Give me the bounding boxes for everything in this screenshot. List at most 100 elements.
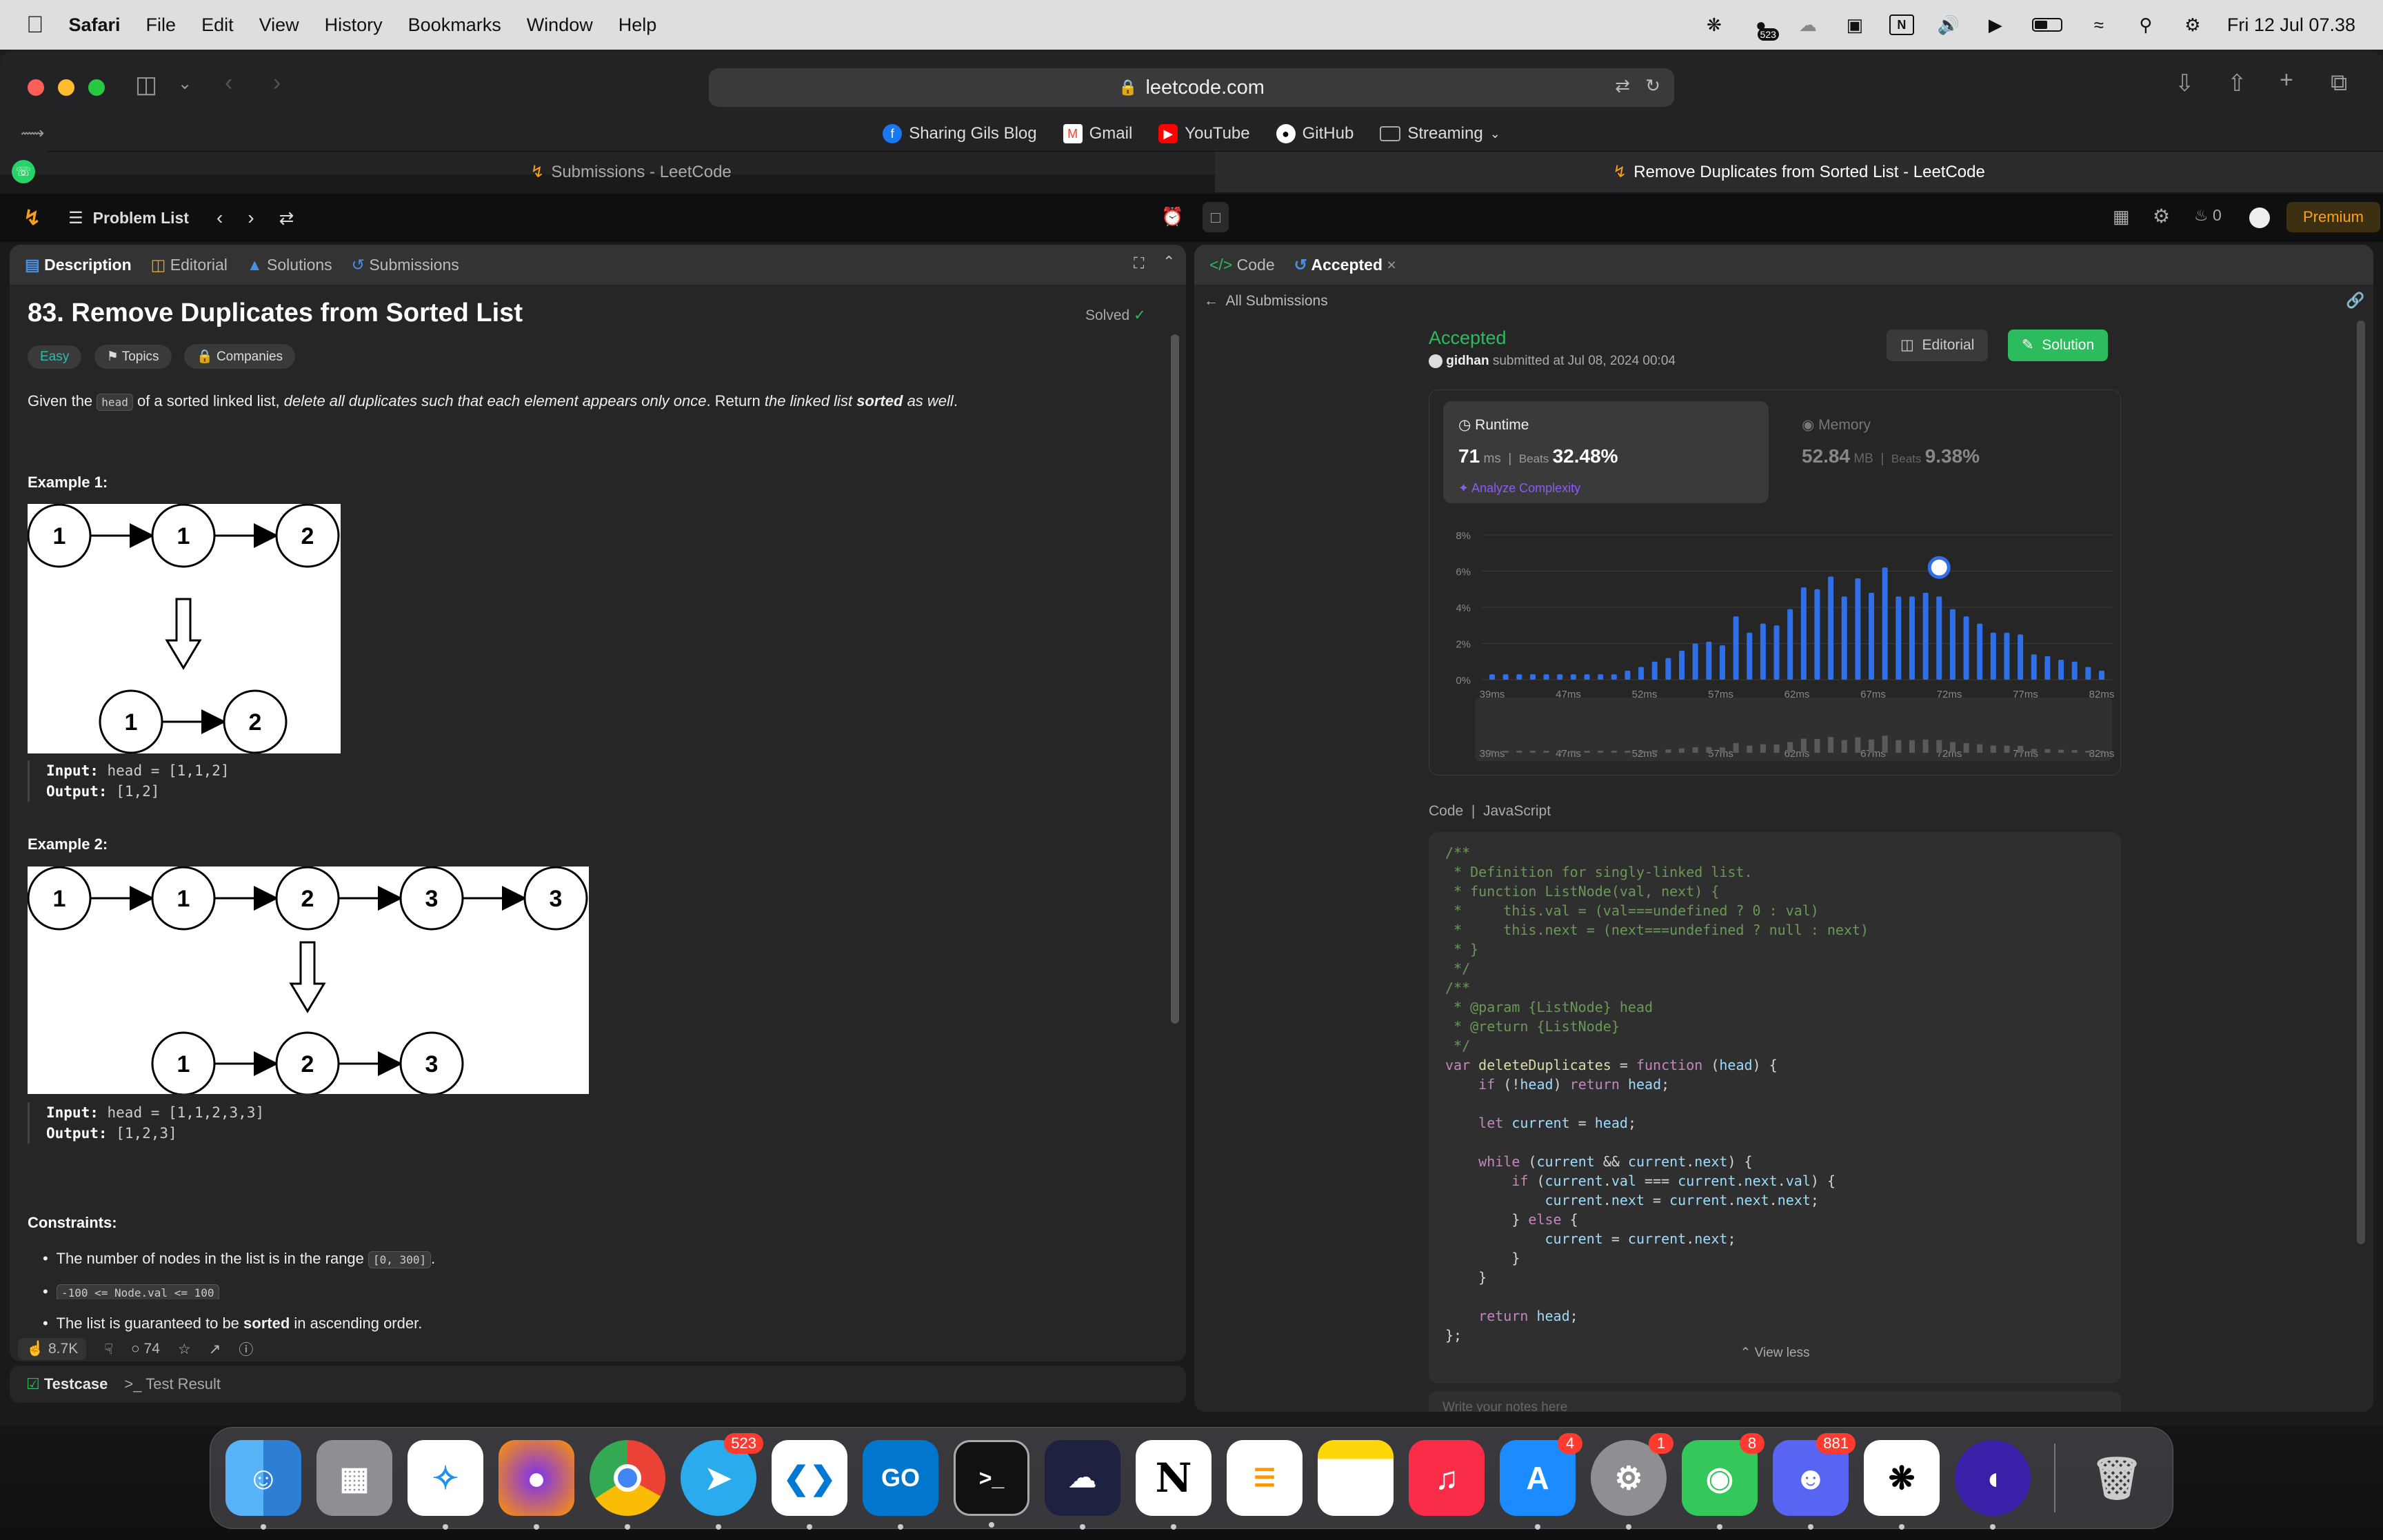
openai-status-icon[interactable]: ❋: [1702, 14, 1727, 35]
menu-edit[interactable]: Edit: [201, 14, 234, 36]
view-less-button[interactable]: ⌃ View less: [1429, 1345, 2121, 1361]
memory-label[interactable]: ◉ Memory: [1802, 416, 1871, 434]
runtime-bar[interactable]: [1516, 674, 1522, 680]
testcase-tab[interactable]: ☑ Testcase: [26, 1375, 108, 1393]
battery-icon[interactable]: [2030, 14, 2064, 35]
runtime-bar[interactable]: [1733, 616, 1739, 680]
runtime-bar[interactable]: [1896, 596, 1902, 680]
forward-icon[interactable]: ›: [273, 70, 281, 97]
translate-icon[interactable]: ⇄: [1615, 75, 1630, 97]
problem-list-link[interactable]: Problem List: [93, 209, 189, 227]
menu-file[interactable]: File: [146, 14, 177, 36]
trash-icon[interactable]: 🗑: [2079, 1440, 2155, 1516]
runtime-bar[interactable]: [1773, 625, 1780, 680]
runtime-bar[interactable]: [1557, 674, 1563, 680]
topics-tag[interactable]: ⚑ Topics: [94, 345, 172, 369]
menu-app[interactable]: Safari: [69, 14, 121, 36]
music-icon[interactable]: ♫: [1409, 1440, 1485, 1516]
solution-button[interactable]: ✎ Solution: [2008, 330, 2109, 361]
runtime-bar[interactable]: [2018, 634, 2024, 680]
tab-submissions[interactable]: ↯ Submissions - LeetCode: [47, 151, 1215, 192]
runtime-bar[interactable]: [1679, 651, 1685, 680]
premium-button[interactable]: Premium: [2286, 202, 2381, 232]
dislike-button[interactable]: ☟: [104, 1341, 113, 1358]
runtime-bar[interactable]: [1598, 674, 1604, 680]
finder-icon[interactable]: ☺: [225, 1440, 301, 1530]
runtime-bar[interactable]: [2044, 656, 2051, 680]
close-icon[interactable]: ×: [1387, 256, 1396, 274]
runtime-bar[interactable]: [1543, 674, 1549, 680]
fav-gmail[interactable]: M Gmail: [1063, 124, 1132, 143]
runtime-bar[interactable]: [1570, 674, 1576, 680]
runtime-bar[interactable]: [2099, 670, 2104, 680]
runtime-bar[interactable]: [1828, 576, 1834, 680]
chrome-icon[interactable]: [590, 1440, 665, 1530]
runtime-bar[interactable]: [1611, 674, 1617, 680]
runtime-bar[interactable]: [1625, 670, 1631, 680]
safari-icon[interactable]: ✧: [408, 1440, 483, 1530]
fav-youtube[interactable]: ▶ YouTube: [1158, 124, 1250, 143]
share-icon[interactable]: ⇧: [2227, 70, 2247, 97]
runtime-bar[interactable]: [1651, 661, 1658, 680]
runtime-bar[interactable]: [1692, 643, 1698, 680]
next-problem-icon[interactable]: ›: [248, 207, 254, 229]
zoom-window-button[interactable]: [88, 79, 105, 96]
runtime-bar[interactable]: [1855, 578, 1861, 680]
test-result-tab[interactable]: >_ Test Result: [124, 1375, 221, 1393]
runtime-bar[interactable]: [1529, 674, 1536, 680]
apple-icon[interactable]: : [26, 12, 44, 39]
reload-icon[interactable]: ↻: [1645, 75, 1660, 97]
runtime-bar[interactable]: [1977, 623, 1983, 680]
runtime-bar[interactable]: [1706, 641, 1712, 680]
timer-icon[interactable]: ⏰: [1161, 206, 1183, 227]
link-icon[interactable]: 🔗: [2346, 292, 2364, 310]
runtime-bar[interactable]: [1963, 616, 1969, 680]
close-window-button[interactable]: [28, 79, 44, 96]
runtime-bar[interactable]: [1869, 593, 1875, 680]
fav-github[interactable]: ● GitHub: [1276, 124, 1354, 143]
fav-sharing-gils-blog[interactable]: f Sharing Gils Blog: [883, 124, 1037, 143]
notion-status-icon[interactable]: N: [1889, 14, 1914, 35]
runtime-bar[interactable]: [2085, 667, 2091, 680]
runtime-bar[interactable]: [1949, 609, 1955, 680]
runtime-bar[interactable]: [2071, 661, 2078, 680]
reminders-icon[interactable]: ☰: [1227, 1440, 1303, 1516]
fav-streaming[interactable]: Streaming ⌄: [1380, 124, 1500, 143]
runtime-bar[interactable]: [2031, 654, 2037, 680]
layout-icon[interactable]: ▦: [2113, 206, 2130, 227]
avatar[interactable]: [2249, 207, 2270, 228]
vscode-icon[interactable]: ❮❯: [772, 1440, 847, 1530]
runtime-distribution-chart[interactable]: 0%2%4%6%8%39ms39ms47ms47ms52ms52ms57ms57…: [1429, 514, 2122, 776]
runtime-bar[interactable]: [1814, 589, 1820, 680]
goland-icon[interactable]: GO: [863, 1440, 938, 1530]
runtime-bar[interactable]: [2058, 660, 2064, 680]
star-icon[interactable]: ☆: [178, 1341, 191, 1358]
shuffle-icon[interactable]: ⇄: [279, 207, 294, 229]
runtime-bar[interactable]: [1502, 674, 1509, 680]
play-icon[interactable]: ▶: [1983, 14, 2008, 35]
wifi-icon[interactable]: ≈: [2087, 14, 2111, 35]
notification-count-icon[interactable]: ● 523: [1749, 14, 1779, 41]
menu-bookmarks[interactable]: Bookmarks: [408, 14, 501, 36]
settings-icon[interactable]: ⚙: [2153, 205, 2170, 227]
comments-button[interactable]: ○ 74: [131, 1341, 160, 1357]
firefox-icon[interactable]: ●: [499, 1440, 574, 1530]
chevron-down-icon[interactable]: ⌄: [178, 74, 192, 94]
notion-icon[interactable]: N: [1136, 1440, 1211, 1530]
control-center-icon[interactable]: ⚙: [2180, 14, 2205, 35]
runtime-bar[interactable]: [1787, 609, 1793, 680]
volume-icon[interactable]: 🔊: [1936, 14, 1961, 35]
runtime-bar[interactable]: [1936, 596, 1942, 680]
code-block[interactable]: /** * Definition for singly-linked list.…: [1429, 832, 2121, 1384]
search-icon[interactable]: ⚲: [2133, 14, 2158, 35]
notes-icon[interactable]: □: [1203, 202, 1229, 232]
runtime-bar[interactable]: [1909, 596, 1915, 680]
leetcode-logo-icon[interactable]: ↯: [23, 206, 41, 230]
chatgpt-icon[interactable]: ❋: [1864, 1440, 1940, 1530]
cloud-icon[interactable]: ☁: [1796, 14, 1820, 35]
downloads-icon[interactable]: ⇩: [2175, 70, 2195, 97]
tab-overview-icon[interactable]: ⧉: [2331, 70, 2347, 97]
runtime-bar[interactable]: [1841, 596, 1847, 680]
companies-tag[interactable]: 🔒 Companies: [184, 344, 296, 369]
runtime-bar[interactable]: [1489, 674, 1495, 680]
